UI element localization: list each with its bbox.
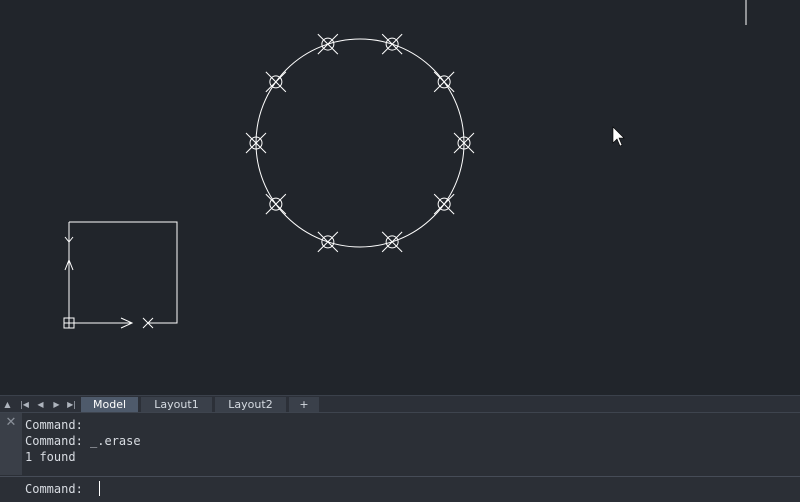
point-markers[interactable] (245, 33, 475, 253)
point-marker[interactable] (381, 231, 403, 253)
tab-layout2[interactable]: Layout2 (215, 397, 286, 412)
model-space[interactable] (0, 0, 800, 395)
command-prompt: Command: (25, 482, 83, 496)
tab-layout1[interactable]: Layout1 (141, 397, 212, 412)
scroll-up-icon[interactable]: ▲ (1, 398, 14, 411)
point-marker[interactable] (265, 71, 287, 93)
command-history-line: Command: (25, 418, 83, 432)
command-history-line: 1 found (25, 450, 76, 464)
first-tab-icon[interactable]: |◀ (18, 398, 31, 411)
circle[interactable] (255, 38, 465, 248)
mouse-pointer-icon (612, 126, 625, 147)
ucs-icon (63, 222, 154, 329)
command-line: Command: (0, 476, 800, 502)
tab-model[interactable]: Model (81, 397, 138, 412)
rectangle[interactable] (69, 221, 178, 324)
layout-tab-bar: ▲ |◀ ◀ ▶ ▶| Model Layout1 Layout2 + (0, 395, 800, 413)
point-marker[interactable] (433, 193, 455, 215)
drawing-canvas[interactable] (0, 0, 800, 395)
point-marker[interactable] (317, 33, 339, 55)
last-tab-icon[interactable]: ▶| (65, 398, 78, 411)
close-icon[interactable]: ✕ (0, 413, 22, 475)
command-history-line: Command: _.erase (25, 434, 141, 448)
command-window: ✕ Command: Command: _.erase 1 found Comm… (0, 412, 800, 502)
text-caret (99, 481, 100, 496)
point-marker[interactable] (381, 33, 403, 55)
command-input[interactable] (98, 479, 788, 497)
add-layout-button[interactable]: + (289, 397, 319, 412)
point-marker[interactable] (433, 71, 455, 93)
point-marker[interactable] (265, 193, 287, 215)
next-tab-icon[interactable]: ▶ (50, 398, 63, 411)
point-marker[interactable] (317, 231, 339, 253)
prev-tab-icon[interactable]: ◀ (34, 398, 47, 411)
